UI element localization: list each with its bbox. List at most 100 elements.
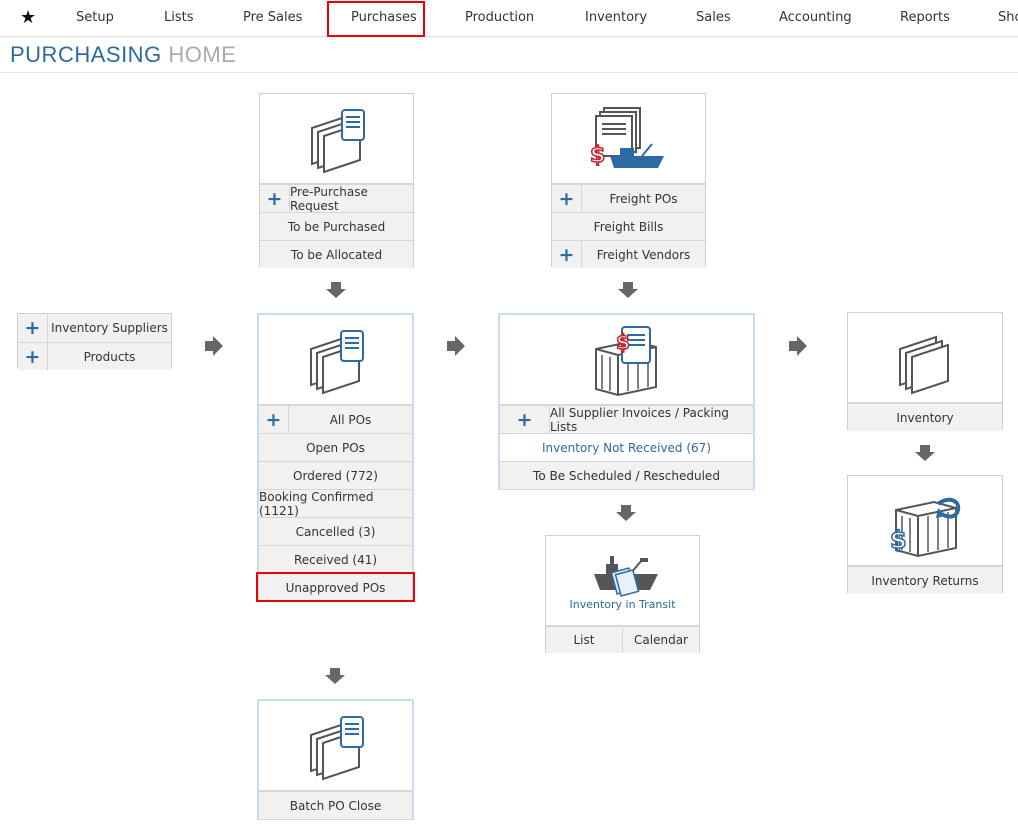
booking-confirmed-row[interactable]: Booking Confirmed (1121) <box>259 489 412 518</box>
ordered-label[interactable]: Ordered (772) <box>293 469 378 483</box>
favorites-star-icon[interactable]: ★ <box>20 7 36 28</box>
to-be-scheduled-label[interactable]: To Be Scheduled / Rescheduled <box>533 469 720 483</box>
to-be-purchased-row[interactable]: To be Purchased <box>260 212 413 240</box>
inventory-returns-label[interactable]: Inventory Returns <box>871 574 978 588</box>
inventory-image[interactable] <box>848 313 1002 403</box>
add-invoice-plus-icon[interactable]: + <box>500 406 550 433</box>
container-invoice-icon: $ <box>595 326 657 396</box>
batch-image[interactable] <box>259 701 412 791</box>
nav-shop-truncated[interactable]: Sho <box>998 10 1018 25</box>
transit-list-button[interactable]: List <box>546 627 622 653</box>
all-pos-label[interactable]: All POs <box>300 413 372 427</box>
open-pos-row[interactable]: Open POs <box>259 433 412 461</box>
inventory-returns-row[interactable]: Inventory Returns <box>848 566 1002 594</box>
pos-image[interactable] <box>259 315 412 405</box>
cancelled-row[interactable]: Cancelled (3) <box>259 517 412 545</box>
purchase-orders-card: + All POs Open POs Ordered (772) Booking… <box>257 313 414 601</box>
add-freight-vendor-plus-icon[interactable]: + <box>552 241 582 268</box>
prepurchase-request-row[interactable]: + Pre-Purchase Request <box>260 184 413 213</box>
arrow-down-icon <box>618 282 638 298</box>
arrow-down-icon <box>616 505 636 521</box>
inventory-label[interactable]: Inventory <box>896 411 953 425</box>
returns-image[interactable]: $ <box>848 476 1002 566</box>
purchases-highlight-box <box>327 1 425 37</box>
freight-pos-label[interactable]: Freight POs <box>579 192 677 206</box>
batch-po-close-row[interactable]: Batch PO Close <box>259 791 412 819</box>
batch-po-close-card: Batch PO Close <box>257 699 414 820</box>
title-divider <box>0 72 1018 73</box>
page-title-sub: HOME <box>168 42 237 67</box>
nav-lists[interactable]: Lists <box>164 10 194 25</box>
supplier-invoices-card: $ + All Supplier Invoices / Packing List… <box>498 313 755 490</box>
svg-text:$: $ <box>616 330 630 354</box>
nav-reports[interactable]: Reports <box>900 10 950 25</box>
ship-icon <box>593 555 659 597</box>
unapproved-highlight-box <box>256 572 415 602</box>
arrow-right-icon <box>789 336 807 356</box>
prepurchase-image[interactable] <box>260 94 413 184</box>
all-pos-row[interactable]: + All POs <box>259 405 412 433</box>
freight-card: $ + Freight POs Freight Bills + Freight … <box>551 93 706 268</box>
to-be-purchased-label[interactable]: To be Purchased <box>288 220 385 234</box>
to-be-allocated-row[interactable]: To be Allocated <box>260 240 413 268</box>
documents-icon <box>310 716 364 780</box>
all-supplier-invoices-row[interactable]: + All Supplier Invoices / Packing Lists <box>500 405 753 434</box>
nav-sales[interactable]: Sales <box>696 10 731 25</box>
add-freight-po-plus-icon[interactable]: + <box>552 185 582 212</box>
cancelled-label[interactable]: Cancelled (3) <box>296 525 376 539</box>
arrow-down-icon <box>325 668 345 684</box>
to-be-scheduled-row[interactable]: To Be Scheduled / Rescheduled <box>500 461 753 489</box>
nav-accounting[interactable]: Accounting <box>779 10 852 25</box>
inventory-card: Inventory <box>847 312 1003 431</box>
arrow-down-icon <box>915 445 935 461</box>
to-be-allocated-label[interactable]: To be Allocated <box>291 248 382 262</box>
freight-image[interactable]: $ <box>552 94 705 184</box>
add-supplier-plus-icon[interactable]: + <box>18 314 48 342</box>
add-prepurchase-plus-icon[interactable]: + <box>260 185 290 212</box>
documents-icon <box>311 109 365 173</box>
page-title-main: PURCHASING <box>10 42 162 67</box>
received-row[interactable]: Received (41) <box>259 545 412 573</box>
top-nav: ★ Setup Lists Pre Sales Purchases Produc… <box>0 0 1018 37</box>
svg-text:$: $ <box>590 143 605 168</box>
arrow-down-icon <box>326 282 346 298</box>
open-pos-label[interactable]: Open POs <box>306 441 365 455</box>
products-row[interactable]: + Products <box>18 342 171 370</box>
nav-production[interactable]: Production <box>465 10 534 25</box>
documents-icon <box>310 330 364 394</box>
received-label[interactable]: Received (41) <box>294 553 377 567</box>
suppliers-card: + Inventory Suppliers + Products <box>17 313 172 370</box>
batch-po-close-label[interactable]: Batch PO Close <box>290 799 382 813</box>
page-title: PURCHASING HOME <box>10 42 236 68</box>
add-po-plus-icon[interactable]: + <box>259 406 289 433</box>
inventory-in-transit-link[interactable]: Inventory in Transit <box>546 598 699 611</box>
freight-bills-label[interactable]: Freight Bills <box>594 220 664 234</box>
inventory-not-received-row[interactable]: Inventory Not Received (67) <box>500 433 753 461</box>
container-return-icon: $ <box>890 497 961 557</box>
inventory-row[interactable]: Inventory <box>848 403 1002 431</box>
freight-ship-icon: $ <box>590 107 664 169</box>
svg-text:$: $ <box>890 526 907 554</box>
nav-pre-sales[interactable]: Pre Sales <box>243 10 302 25</box>
arrow-right-icon <box>205 336 223 356</box>
inventory-suppliers-row[interactable]: + Inventory Suppliers <box>18 314 171 342</box>
arrow-right-icon <box>447 336 465 356</box>
booking-confirmed-label[interactable]: Booking Confirmed (1121) <box>259 490 412 518</box>
documents-stack-icon <box>899 335 949 395</box>
inventory-in-transit-card: Inventory in Transit List Calendar <box>545 535 700 653</box>
invoices-image[interactable]: $ <box>500 315 753 405</box>
products-label[interactable]: Products <box>54 350 136 364</box>
add-product-plus-icon[interactable]: + <box>18 343 48 370</box>
transit-calendar-button[interactable]: Calendar <box>622 627 699 653</box>
freight-bills-row[interactable]: Freight Bills <box>552 212 705 240</box>
ordered-row[interactable]: Ordered (772) <box>259 461 412 489</box>
inventory-returns-card: $ Inventory Returns <box>847 475 1003 594</box>
freight-vendors-row[interactable]: + Freight Vendors <box>552 240 705 268</box>
nav-inventory[interactable]: Inventory <box>585 10 647 25</box>
inventory-not-received-link[interactable]: Inventory Not Received (67) <box>542 441 711 455</box>
prepurchase-card: + Pre-Purchase Request To be Purchased T… <box>259 93 414 268</box>
freight-vendors-label[interactable]: Freight Vendors <box>567 248 691 262</box>
transit-image[interactable]: Inventory in Transit <box>546 536 699 626</box>
nav-setup[interactable]: Setup <box>76 10 114 25</box>
freight-pos-row[interactable]: + Freight POs <box>552 184 705 212</box>
